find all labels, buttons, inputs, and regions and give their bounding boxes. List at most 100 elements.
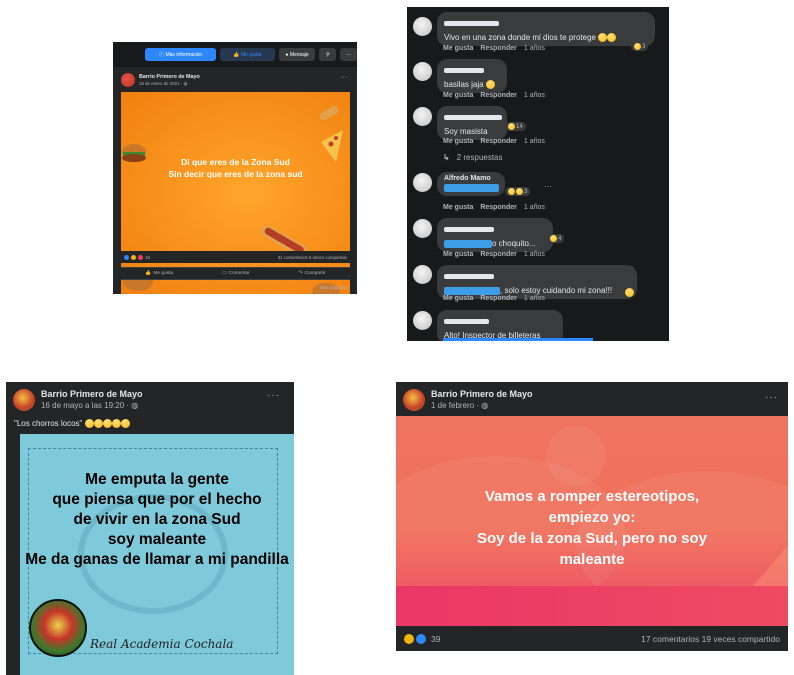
background-band (396, 586, 788, 626)
reaction-number: 14 (516, 123, 523, 130)
view-replies-link[interactable]: ↳ 2 respuestas (443, 153, 510, 162)
comment-time[interactable]: 1 años (524, 295, 545, 302)
mention-tag[interactable] (444, 286, 500, 295)
thumbs-up-icon: 👍 (233, 51, 242, 58)
like-button[interactable]: 👍 Me gusta (145, 271, 173, 276)
meme-text: Me emputa la gente que piensa que por el… (20, 470, 294, 570)
comment-reactions[interactable]: 4 (547, 234, 565, 243)
post-stats[interactable]: 31 comentarios 5 veces compartido (278, 255, 347, 260)
comment-text: Vivo en una zona donde mi dios te proteg… (444, 33, 596, 42)
comment-reply-link[interactable]: Responder (480, 92, 517, 99)
more-info-button[interactable]: ⓘ Más información (145, 48, 217, 61)
commenter-avatar[interactable] (413, 107, 432, 126)
page-name[interactable]: Barrio Primero de Mayo (41, 389, 143, 399)
post-menu-icon[interactable]: ··· (765, 392, 778, 403)
comment-reply-link[interactable]: Responder (480, 138, 517, 145)
signature-text: Real Academia Cochala (90, 637, 234, 651)
image-text-line: Di que eres de la Zona Sud (181, 157, 290, 167)
post-header: Barrio Primero de Mayo 16 de enero de 20… (121, 73, 200, 87)
reaction-summary: 18 31 comentarios 5 veces compartido (121, 251, 350, 263)
reaction-count[interactable]: 39 (404, 633, 441, 644)
post-panel-bottom-left: Barrio Primero de Mayo 16 de mayo a las … (6, 382, 294, 675)
post-menu-icon[interactable]: ··· (340, 74, 347, 81)
comment-reply-link[interactable]: Responder (480, 204, 517, 211)
hotdog-icon (319, 106, 339, 121)
comment-reply-link[interactable]: Responder (480, 295, 517, 302)
commenter-name[interactable] (444, 115, 502, 120)
post-panel-top-left: ⓘ Más información 👍 Me gusta ● Mensaje ⚲… (113, 42, 357, 294)
comment-time[interactable]: 1 años (524, 92, 545, 99)
commenter-name[interactable] (444, 21, 499, 26)
search-icon[interactable]: ⚲ (319, 48, 337, 61)
comment-like-link[interactable]: Me gusta (443, 138, 473, 145)
haha-reaction-icon (508, 123, 515, 130)
post-image[interactable]: Vamos a romper estereotipos, empiezo yo:… (396, 416, 788, 626)
post-image-text: Di que eres de la Zona Sud Sin decir que… (121, 156, 350, 180)
commenter-avatar[interactable] (413, 173, 432, 192)
comment-bubble: o choquito... (437, 218, 553, 252)
commenter-name[interactable] (444, 227, 494, 232)
message-button[interactable]: ● Mensaje (278, 48, 316, 61)
like-reaction-icon (416, 633, 426, 644)
comment-like-link[interactable]: Me gusta (443, 295, 473, 302)
page-avatar[interactable] (121, 73, 135, 87)
image-text-line: Vamos a romper estereotipos, (484, 488, 700, 505)
page-name[interactable]: Barrio Primero de Mayo (431, 389, 533, 399)
haha-reaction-icon (131, 254, 136, 260)
mention-tag[interactable] (444, 183, 499, 192)
comment-like-link[interactable]: Me gusta (443, 92, 473, 99)
post-image[interactable]: Di que eres de la Zona Sud Sin decir que… (121, 92, 350, 294)
like-page-button[interactable]: 👍 Me gusta (220, 48, 275, 61)
commenter-avatar[interactable] (413, 17, 432, 36)
commenter-avatar[interactable] (413, 265, 432, 284)
haha-reaction-icon (508, 188, 515, 195)
post-image[interactable]: Me emputa la gente que piensa que por el… (20, 434, 294, 675)
page-name[interactable]: Barrio Primero de Mayo (139, 74, 200, 80)
comment-time[interactable]: 1 años (524, 251, 545, 258)
reaction-number: 18 (145, 254, 150, 260)
comment-button[interactable]: ▭ Comentar (222, 271, 250, 276)
post-stats[interactable]: 17 comentarios 19 veces compartido (641, 634, 780, 644)
comment-reactions[interactable]: 3 (631, 42, 649, 51)
laugh-emoji-icon (111, 419, 121, 429)
reaction-number: 39 (431, 633, 441, 644)
reaction-count[interactable]: 18 (124, 254, 150, 260)
comment-like-link[interactable]: Me gusta (443, 204, 473, 211)
post-menu-icon[interactable]: ··· (267, 390, 280, 401)
comment-reactions[interactable]: 3 (505, 187, 531, 196)
comment-reactions[interactable]: 14 (505, 122, 526, 131)
commenter-name[interactable]: Alfredo Mamo (444, 175, 498, 182)
commenter-name[interactable] (444, 319, 489, 324)
haha-reaction-icon (550, 235, 557, 242)
comment-like-link[interactable]: Me gusta (443, 251, 473, 258)
comment-time[interactable]: 1 años (524, 138, 545, 145)
sort-comments-dropdown[interactable]: Más antiguos ▾ (319, 285, 349, 291)
commenter-name[interactable] (444, 68, 484, 73)
meme-line: soy maleante (107, 531, 207, 548)
share-button[interactable]: ↷ Compartir (298, 271, 325, 276)
comment-reply-link[interactable]: Responder (480, 45, 517, 52)
post-header: Barrio Primero de Mayo 1 de febrero · ◍ (403, 389, 533, 411)
mention-tag[interactable] (444, 239, 492, 248)
comment-meta: Me gusta Responder 1 años (443, 138, 552, 145)
globe-icon: ◍ (183, 80, 188, 86)
message-label: Mensaje (289, 51, 309, 58)
commenter-avatar[interactable] (413, 311, 432, 330)
page-avatar[interactable] (13, 389, 35, 411)
comment-options-icon[interactable]: ··· (544, 182, 552, 191)
comment-reply-link[interactable]: Responder (480, 251, 517, 258)
page-avatar[interactable] (403, 389, 425, 411)
laugh-emoji-icon (84, 419, 94, 429)
comment-time[interactable]: 1 años (524, 204, 545, 211)
scroll-indicator (443, 338, 593, 341)
commenter-avatar[interactable] (413, 62, 432, 81)
meme-line: de vivir en la zona Sud (73, 511, 241, 528)
commenter-name[interactable] (444, 274, 494, 279)
commenter-avatar[interactable] (413, 219, 432, 238)
comment-time[interactable]: 1 años (524, 45, 545, 52)
post-date[interactable]: 16 de mayo a las 19:20 · (41, 401, 131, 410)
post-date[interactable]: 1 de febrero · (431, 401, 481, 410)
comment-like-link[interactable]: Me gusta (443, 45, 473, 52)
post-date[interactable]: 16 de enero de 2021 · (139, 81, 183, 86)
more-options-icon[interactable]: ··· (340, 48, 357, 61)
